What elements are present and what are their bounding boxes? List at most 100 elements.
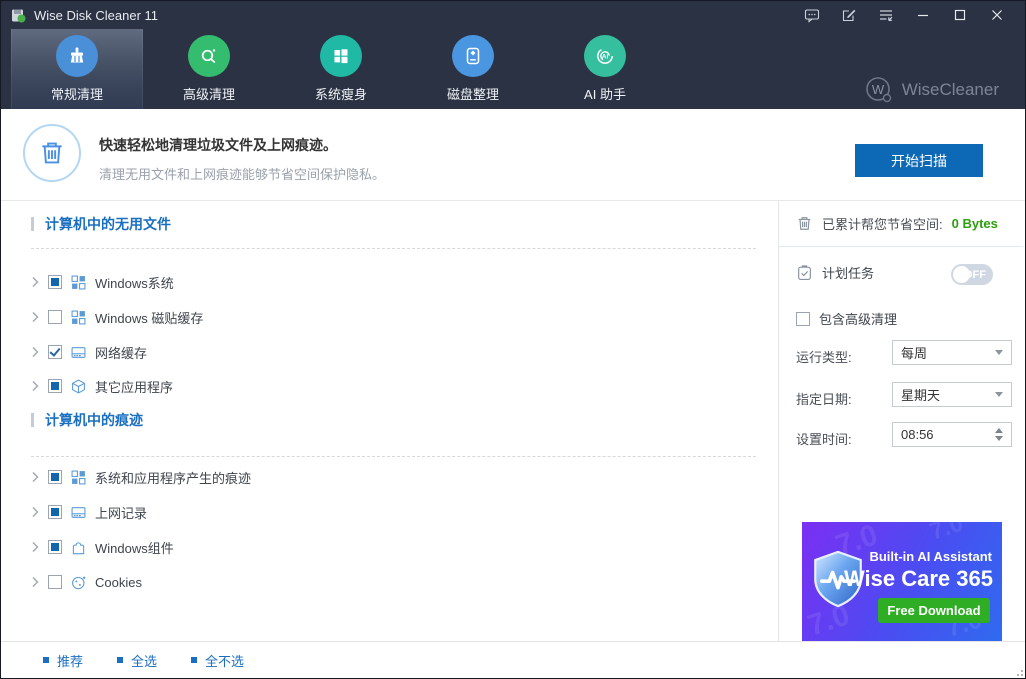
browser-icon bbox=[71, 345, 86, 360]
tree-item-cookies[interactable]: Cookies bbox=[31, 565, 142, 599]
include-advanced-row[interactable]: 包含高级清理 bbox=[796, 309, 897, 328]
watermark-text: 7.0 bbox=[926, 522, 967, 546]
windows-logo-icon bbox=[320, 35, 362, 77]
tab-ai-assistant[interactable]: Ai AI 助手 bbox=[539, 29, 671, 109]
feedback-bubble-icon[interactable] bbox=[793, 1, 830, 29]
titlebar-controls bbox=[793, 1, 1015, 29]
tree-item-system-traces[interactable]: 系统和应用程序产生的痕迹 bbox=[31, 460, 251, 494]
magnifier-icon bbox=[188, 35, 230, 77]
tree-item-other-apps[interactable]: 其它应用程序 bbox=[31, 369, 173, 403]
wisecleaner-logo-icon: W bbox=[865, 77, 891, 103]
svg-text:W: W bbox=[872, 82, 885, 97]
item-label: 网络缓存 bbox=[95, 345, 148, 361]
toggle-knob bbox=[953, 266, 970, 283]
item-checkbox[interactable] bbox=[48, 345, 62, 359]
schedule-toggle[interactable]: OFF bbox=[951, 264, 993, 285]
main-area: 计算机中的无用文件 Windows系统 Windows 磁贴缓存 网络缓存 其它… bbox=[1, 201, 1025, 642]
item-checkbox[interactable] bbox=[48, 470, 62, 484]
chevron-right-icon[interactable] bbox=[31, 506, 39, 518]
time-value: 08:56 bbox=[901, 427, 934, 442]
ad-line1: Built-in AI Assistant bbox=[869, 549, 992, 564]
tab-label: 磁盘整理 bbox=[446, 87, 499, 102]
day-select[interactable]: 星期天 bbox=[892, 382, 1012, 407]
item-checkbox[interactable] bbox=[48, 505, 62, 519]
saved-space-row: 已累计帮您节省空间: 0 Bytes bbox=[796, 214, 998, 233]
item-label: Windows 磁贴缓存 bbox=[95, 310, 204, 326]
bullet-icon bbox=[43, 657, 49, 663]
brush-icon bbox=[56, 35, 98, 77]
spinner-arrows[interactable] bbox=[995, 428, 1003, 441]
windows-grid-icon bbox=[71, 310, 86, 325]
chevron-right-icon[interactable] bbox=[31, 541, 39, 553]
item-label: 系统和应用程序产生的痕迹 bbox=[95, 470, 252, 486]
titlebar: Wise Disk Cleaner 11 bbox=[1, 1, 1025, 29]
header-title: 快速轻松地清理垃圾文件及上网痕迹。 bbox=[99, 137, 337, 153]
tree-item-windows-system[interactable]: Windows系统 bbox=[31, 265, 174, 299]
window-title: Wise Disk Cleaner 11 bbox=[34, 7, 159, 23]
chevron-right-icon[interactable] bbox=[31, 380, 39, 392]
recommend-link[interactable]: 推荐 bbox=[43, 651, 83, 670]
item-checkbox[interactable] bbox=[48, 575, 62, 589]
wise-care-ad-banner[interactable]: 7.0 7.0 7.0 7.0 Built-in AI Assistant Wi… bbox=[802, 522, 1002, 642]
day-label: 指定日期: bbox=[796, 392, 852, 407]
chevron-right-icon[interactable] bbox=[31, 311, 39, 323]
tab-label: 常规清理 bbox=[50, 87, 103, 102]
close-icon[interactable] bbox=[978, 1, 1015, 29]
include-advanced-label: 包含高级清理 bbox=[819, 312, 898, 327]
cube-icon bbox=[71, 378, 86, 394]
windows-grid-icon bbox=[71, 275, 86, 290]
tab-system-slim[interactable]: 系统瘦身 bbox=[275, 29, 407, 109]
panel-divider bbox=[779, 246, 1023, 247]
tab-label: 系统瘦身 bbox=[314, 87, 367, 102]
wisecleaner-logo: W WiseCleaner bbox=[864, 75, 999, 105]
chevron-right-icon[interactable] bbox=[31, 346, 39, 358]
nav-bar: 常规清理 高级清理 系统瘦身 磁盘整理 Ai AI 助手 W WiseClean… bbox=[1, 29, 1025, 109]
app-window: Wise Disk Cleaner 11 常规清理 高级清理 系统瘦身 磁盘整理… bbox=[0, 0, 1026, 679]
edit-note-icon[interactable] bbox=[830, 1, 867, 29]
maximize-icon[interactable] bbox=[941, 1, 978, 29]
log-list-icon[interactable] bbox=[867, 1, 904, 29]
spin-up-icon[interactable] bbox=[995, 428, 1003, 433]
tab-regular-clean[interactable]: 常规清理 bbox=[11, 29, 143, 109]
item-label: 上网记录 bbox=[95, 505, 148, 521]
time-spinner[interactable]: 08:56 bbox=[892, 422, 1012, 447]
dashed-divider bbox=[31, 248, 756, 249]
chevron-down-icon bbox=[995, 392, 1003, 397]
free-download-button[interactable]: Free Download bbox=[878, 598, 990, 623]
section-header-useless-files: 计算机中的无用文件 bbox=[31, 214, 171, 234]
item-checkbox[interactable] bbox=[48, 275, 62, 289]
trash-icon bbox=[798, 217, 811, 230]
dashed-divider bbox=[31, 456, 756, 457]
trash-circle-icon bbox=[23, 124, 81, 182]
item-checkbox[interactable] bbox=[48, 379, 62, 393]
select-all-link[interactable]: 全选 bbox=[117, 651, 157, 670]
tree-item-browsing-history[interactable]: 上网记录 bbox=[31, 495, 147, 529]
chevron-down-icon bbox=[995, 350, 1003, 355]
clipboard-check-icon bbox=[798, 265, 811, 280]
chevron-right-icon[interactable] bbox=[31, 276, 39, 288]
tree-item-web-cache[interactable]: 网络缓存 bbox=[31, 335, 147, 369]
item-label: Cookies bbox=[95, 574, 142, 590]
time-label: 设置时间: bbox=[796, 432, 852, 447]
tab-disk-defrag[interactable]: 磁盘整理 bbox=[407, 29, 539, 109]
tree-item-tile-cache[interactable]: Windows 磁贴缓存 bbox=[31, 300, 203, 334]
chevron-right-icon[interactable] bbox=[31, 471, 39, 483]
app-icon bbox=[12, 9, 26, 22]
chevron-right-icon[interactable] bbox=[31, 576, 39, 588]
run-type-select[interactable]: 每周 bbox=[892, 340, 1012, 365]
disk-icon bbox=[452, 35, 494, 77]
item-checkbox[interactable] bbox=[48, 540, 62, 554]
section-header-traces: 计算机中的痕迹 bbox=[31, 410, 143, 430]
link-label: 全选 bbox=[131, 653, 158, 669]
spin-down-icon[interactable] bbox=[995, 436, 1003, 441]
section-title: 计算机中的无用文件 bbox=[45, 216, 171, 232]
tree-item-windows-components[interactable]: Windows组件 bbox=[31, 530, 174, 564]
minimize-icon[interactable] bbox=[904, 1, 941, 29]
puzzle-icon bbox=[71, 540, 86, 555]
include-advanced-checkbox[interactable] bbox=[796, 311, 810, 326]
resize-grip[interactable] bbox=[1013, 666, 1023, 676]
select-none-link[interactable]: 全不选 bbox=[191, 651, 244, 670]
item-checkbox[interactable] bbox=[48, 310, 62, 324]
tab-advanced-clean[interactable]: 高级清理 bbox=[143, 29, 275, 109]
start-scan-button[interactable]: 开始扫描 bbox=[855, 144, 983, 177]
